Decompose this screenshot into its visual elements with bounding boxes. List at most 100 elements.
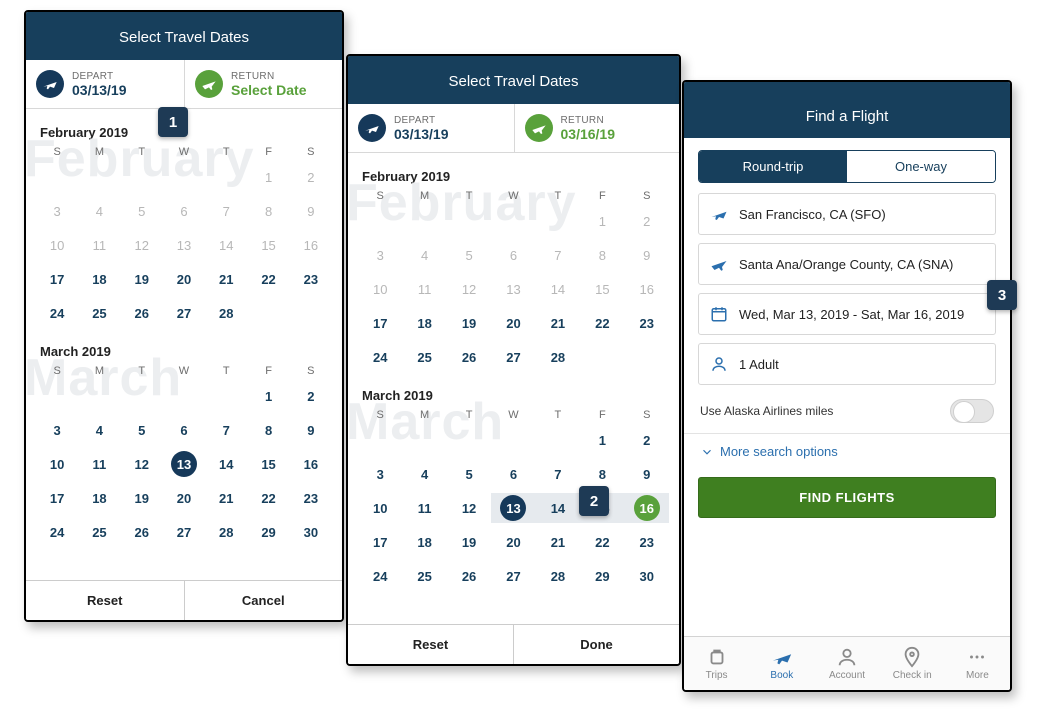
calendar-day[interactable]: 10 <box>36 449 78 479</box>
calendar-day[interactable]: 1 <box>580 425 624 455</box>
calendar-day[interactable]: 22 <box>247 483 289 513</box>
calendar-day[interactable]: 7 <box>536 459 580 489</box>
calendar-day[interactable]: 26 <box>447 561 491 591</box>
calendar-day[interactable]: 17 <box>358 308 402 338</box>
calendar-day[interactable]: 16 <box>290 449 332 479</box>
calendar-day[interactable]: 3 <box>36 415 78 445</box>
calendar-day[interactable]: 10 <box>358 493 402 523</box>
tab-more[interactable]: More <box>945 637 1010 690</box>
calendar-day[interactable]: 25 <box>78 298 120 328</box>
passengers-field[interactable]: 1 Adult <box>698 343 996 385</box>
calendar-day[interactable]: 21 <box>205 264 247 294</box>
calendar-day[interactable]: 23 <box>290 264 332 294</box>
destination-field[interactable]: Santa Ana/Orange County, CA (SNA) <box>698 243 996 285</box>
calendar-day[interactable]: 24 <box>358 561 402 591</box>
calendar-day[interactable]: 19 <box>121 483 163 513</box>
calendar-day[interactable]: 1 <box>247 381 289 411</box>
calendar-day[interactable]: 27 <box>163 298 205 328</box>
calendar-day[interactable]: 24 <box>358 342 402 372</box>
calendar-day[interactable]: 2 <box>290 381 332 411</box>
calendar-day[interactable]: 30 <box>290 517 332 547</box>
calendar-day[interactable]: 28 <box>536 561 580 591</box>
calendar-day[interactable]: 6 <box>491 459 535 489</box>
calendar-day[interactable]: 18 <box>78 264 120 294</box>
calendar-day[interactable]: 26 <box>121 517 163 547</box>
cancel-button[interactable]: Cancel <box>185 581 343 620</box>
calendar-day[interactable]: 29 <box>580 561 624 591</box>
calendar-day[interactable]: 19 <box>447 308 491 338</box>
calendar-day[interactable]: 14 <box>205 449 247 479</box>
done-button[interactable]: Done <box>514 625 679 664</box>
tab-checkin[interactable]: Check in <box>880 637 945 690</box>
tab-account[interactable]: Account <box>814 637 879 690</box>
calendar-day[interactable]: 28 <box>205 517 247 547</box>
depart-summary[interactable]: DEPART 03/13/19 <box>26 60 184 108</box>
calendar-day[interactable]: 13 <box>491 493 535 523</box>
calendar-day[interactable]: 15 <box>247 449 289 479</box>
calendar-day[interactable]: 26 <box>121 298 163 328</box>
calendar-day[interactable]: 20 <box>163 483 205 513</box>
calendar-day[interactable]: 28 <box>536 342 580 372</box>
tab-trips[interactable]: Trips <box>684 637 749 690</box>
depart-summary[interactable]: DEPART 03/13/19 <box>348 104 514 152</box>
calendar-day[interactable]: 9 <box>625 459 669 489</box>
calendar-day[interactable]: 27 <box>491 342 535 372</box>
calendar-day[interactable]: 2 <box>625 425 669 455</box>
dates-field[interactable]: Wed, Mar 13, 2019 - Sat, Mar 16, 2019 <box>698 293 996 335</box>
calendar-day[interactable]: 23 <box>625 527 669 557</box>
calendar-day[interactable]: 17 <box>36 264 78 294</box>
calendar-day[interactable]: 14 <box>536 493 580 523</box>
calendar-day[interactable]: 25 <box>402 561 446 591</box>
calendar-day[interactable]: 20 <box>491 527 535 557</box>
calendar-day[interactable]: 18 <box>402 527 446 557</box>
calendar-day[interactable]: 3 <box>358 459 402 489</box>
calendar-day[interactable]: 28 <box>205 298 247 328</box>
origin-field[interactable]: San Francisco, CA (SFO) <box>698 193 996 235</box>
calendar-day[interactable]: 5 <box>121 415 163 445</box>
calendar-day[interactable]: 21 <box>536 527 580 557</box>
reset-button[interactable]: Reset <box>348 625 514 664</box>
calendar-day[interactable]: 25 <box>402 342 446 372</box>
calendar-day[interactable]: 11 <box>402 493 446 523</box>
calendar-day[interactable]: 18 <box>78 483 120 513</box>
calendar-day[interactable]: 11 <box>78 449 120 479</box>
calendar-day[interactable]: 22 <box>247 264 289 294</box>
more-search-options[interactable]: More search options <box>700 444 994 459</box>
segment-oneway[interactable]: One-way <box>847 151 995 182</box>
calendar-day[interactable]: 27 <box>491 561 535 591</box>
calendar-day[interactable]: 23 <box>625 308 669 338</box>
calendar-day[interactable]: 23 <box>290 483 332 513</box>
calendar-day[interactable]: 7 <box>205 415 247 445</box>
return-summary[interactable]: RETURN Select Date <box>184 60 342 108</box>
calendar-day[interactable]: 21 <box>205 483 247 513</box>
calendar-day[interactable]: 27 <box>163 517 205 547</box>
calendar-day[interactable]: 26 <box>447 342 491 372</box>
calendar-day[interactable]: 18 <box>402 308 446 338</box>
calendar-day[interactable]: 29 <box>247 517 289 547</box>
calendar-day[interactable]: 16 <box>625 493 669 523</box>
calendar-day[interactable]: 19 <box>121 264 163 294</box>
calendar-day[interactable]: 22 <box>580 308 624 338</box>
calendar-day[interactable]: 13 <box>163 449 205 479</box>
calendar-day[interactable]: 12 <box>447 493 491 523</box>
calendar-day[interactable]: 24 <box>36 517 78 547</box>
calendar-day[interactable]: 20 <box>491 308 535 338</box>
segment-roundtrip[interactable]: Round-trip <box>699 151 847 182</box>
calendar-day[interactable]: 25 <box>78 517 120 547</box>
calendar-day[interactable]: 20 <box>163 264 205 294</box>
calendar-day[interactable]: 17 <box>358 527 402 557</box>
return-summary[interactable]: RETURN 03/16/19 <box>514 104 680 152</box>
calendar-day[interactable]: 22 <box>580 527 624 557</box>
calendar-day[interactable]: 19 <box>447 527 491 557</box>
calendar-day[interactable]: 12 <box>121 449 163 479</box>
calendar-day[interactable]: 8 <box>247 415 289 445</box>
calendar-day[interactable]: 21 <box>536 308 580 338</box>
calendar-day[interactable]: 4 <box>78 415 120 445</box>
calendar-day[interactable]: 6 <box>163 415 205 445</box>
tab-book[interactable]: Book <box>749 637 814 690</box>
calendar-day[interactable]: 5 <box>447 459 491 489</box>
calendar-day[interactable]: 30 <box>625 561 669 591</box>
trip-type-segment[interactable]: Round-trip One-way <box>698 150 996 183</box>
reset-button[interactable]: Reset <box>26 581 185 620</box>
find-flights-button[interactable]: FIND FLIGHTS <box>698 477 996 518</box>
